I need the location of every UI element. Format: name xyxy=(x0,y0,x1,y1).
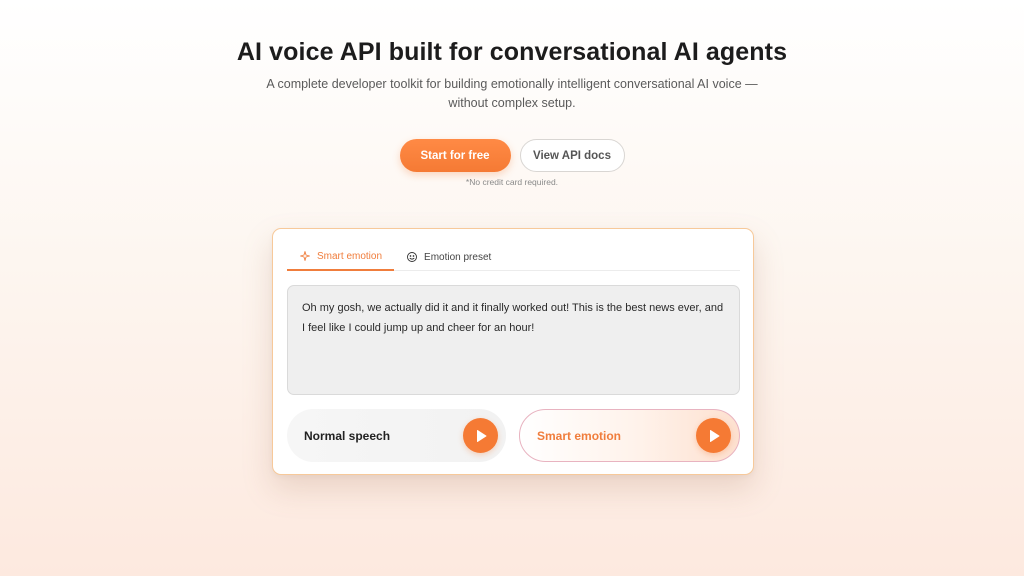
hero-subtitle: A complete developer toolkit for buildin… xyxy=(266,77,758,110)
demo-tabs: Smart emotion Emotion preset xyxy=(287,243,740,271)
tab-emotion-preset[interactable]: Emotion preset xyxy=(394,243,503,271)
no-credit-card-note: *No credit card required. xyxy=(465,177,559,187)
smiley-icon xyxy=(406,251,418,263)
play-icon xyxy=(709,429,719,442)
hero-title: AI voice API built for conversational AI… xyxy=(236,38,788,66)
tab-smart-emotion[interactable]: Smart emotion xyxy=(287,243,395,271)
normal-speech-option[interactable]: Normal speech xyxy=(287,409,506,462)
demo-text-input[interactable]: Oh my gosh, we actually did it and it fi… xyxy=(287,285,740,395)
tab-label: Emotion preset xyxy=(424,251,492,263)
view-api-docs-button[interactable]: View API docs xyxy=(519,139,625,172)
sparkle-icon xyxy=(299,250,311,262)
tab-label: Smart emotion xyxy=(317,250,383,262)
normal-speech-label: Normal speech xyxy=(304,428,391,443)
speech-options: Normal speech Smart emotion xyxy=(287,409,740,462)
smart-emotion-option[interactable]: Smart emotion xyxy=(519,409,740,462)
cta-row: Start for free View API docs xyxy=(0,139,1024,172)
smart-emotion-play-button[interactable] xyxy=(696,418,731,453)
demo-card: Smart emotion Emotion preset Oh my gosh,… xyxy=(272,228,754,475)
normal-speech-play-button[interactable] xyxy=(463,418,498,453)
smart-emotion-label: Smart emotion xyxy=(537,428,622,443)
play-icon xyxy=(476,429,486,442)
start-free-button[interactable]: Start for free xyxy=(399,139,511,172)
